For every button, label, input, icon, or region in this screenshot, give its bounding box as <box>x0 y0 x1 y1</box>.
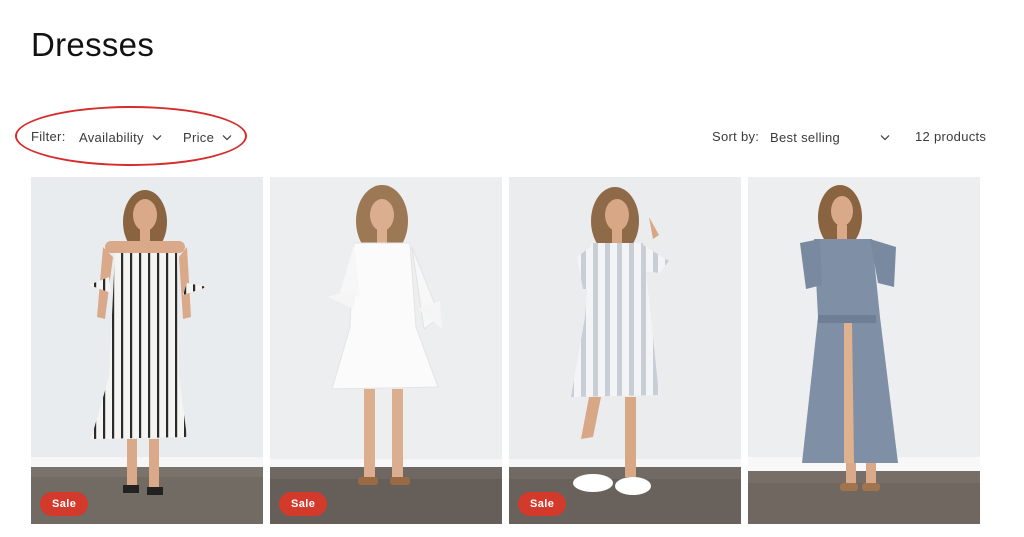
product-count: 12 products <box>915 129 987 144</box>
sort-selected-value: Best selling <box>770 129 841 145</box>
sale-badge: Sale <box>518 492 567 516</box>
product-image[interactable] <box>270 177 502 524</box>
chevron-down-icon <box>152 134 162 141</box>
sale-badge: Sale <box>279 492 328 516</box>
product-image[interactable] <box>31 177 263 524</box>
filter-availability-label: Availability <box>79 129 144 145</box>
filter-price-label: Price <box>183 129 215 145</box>
sort-label: Sort by: <box>712 129 760 144</box>
filter-availability-button[interactable]: Availability <box>79 126 162 148</box>
product-image[interactable] <box>748 177 980 524</box>
product-grid: Sale Sale Sale <box>31 177 981 524</box>
product-card[interactable]: Sale <box>509 177 741 524</box>
filter-label: Filter: <box>31 129 66 144</box>
collection-page: Dresses Filter: Availability Price Sort … <box>0 0 1024 537</box>
chevron-down-icon <box>880 134 890 141</box>
product-card[interactable]: Sale <box>270 177 502 524</box>
filter-price-button[interactable]: Price <box>183 126 232 148</box>
sale-badge: Sale <box>40 492 89 516</box>
product-card[interactable]: Sale <box>31 177 263 524</box>
page-title: Dresses <box>31 26 155 63</box>
chevron-down-icon <box>222 134 232 141</box>
facet-bar: Filter: Availability Price Sort by: Best… <box>0 124 1024 150</box>
product-image[interactable] <box>509 177 741 524</box>
product-card[interactable] <box>748 177 980 524</box>
sort-select[interactable]: Best selling <box>770 126 890 148</box>
